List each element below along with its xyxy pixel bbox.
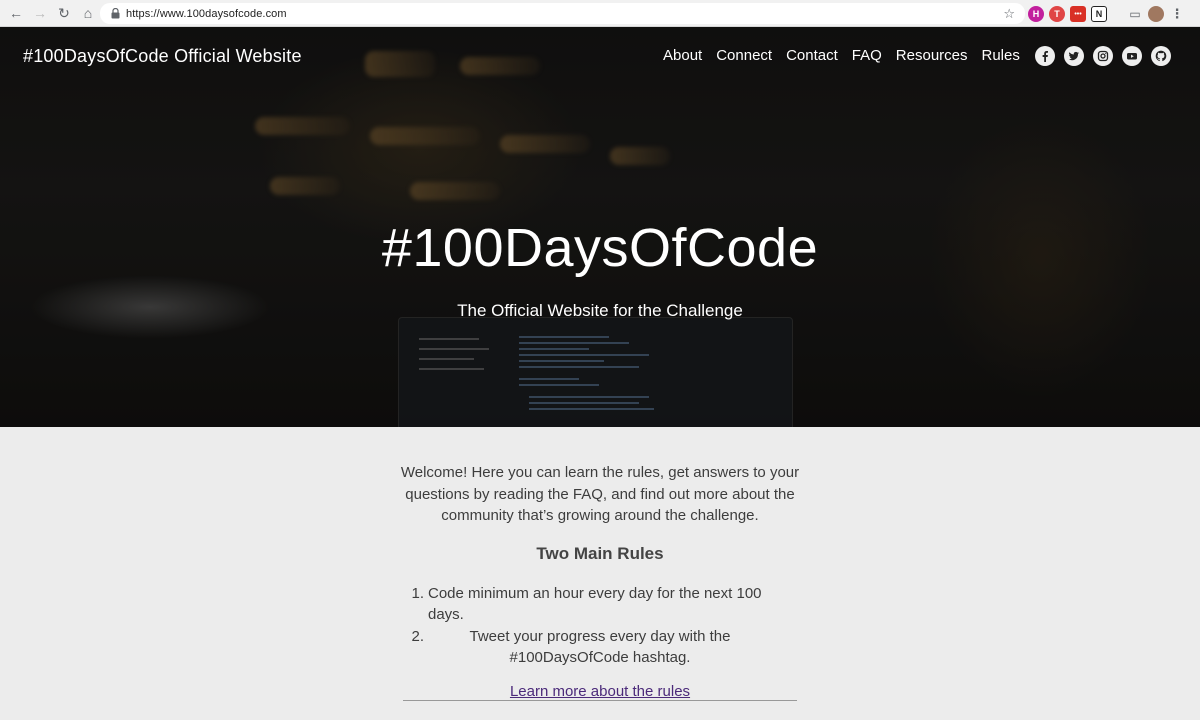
list-item: 2. Tweet your progress every day with th… — [400, 626, 800, 669]
rules-heading: Two Main Rules — [536, 543, 664, 563]
url-text: https://www.100daysofcode.com — [126, 7, 287, 20]
rule-number: 2. — [411, 627, 424, 645]
social-links — [1035, 46, 1171, 66]
browser-toolbar: ← → ↻ ⌂ https://www.100daysofcode.com ☆ … — [0, 0, 1200, 27]
welcome-text: Welcome! Here you can learn the rules, g… — [400, 464, 800, 524]
back-arrow-icon[interactable]: ← — [4, 1, 28, 25]
nav-faq[interactable]: FAQ — [852, 47, 882, 64]
hero-subtitle: The Official Website for the Challenge — [457, 301, 743, 320]
red-extension-icon[interactable]: ••• — [1070, 6, 1086, 22]
rules-list: 1. Code minimum an hour every day for th… — [400, 583, 800, 669]
hero-banner: #100DaysOfCode Official Website About Co… — [0, 27, 1200, 427]
hex-extension-icon[interactable]: H — [1028, 6, 1044, 22]
notion-extension-icon[interactable]: N — [1091, 6, 1107, 22]
rule-text: Tweet your progress every day with the #… — [469, 627, 731, 667]
reload-icon[interactable]: ↻ — [52, 1, 76, 25]
nav-rules[interactable]: Rules — [982, 47, 1020, 64]
github-icon[interactable] — [1151, 46, 1171, 66]
nav-connect[interactable]: Connect — [716, 47, 772, 64]
cast-icon[interactable]: ▭ — [1127, 6, 1143, 22]
site-title[interactable]: #100DaysOfCode Official Website — [23, 46, 302, 67]
instagram-icon[interactable] — [1093, 46, 1113, 66]
nav-about[interactable]: About — [663, 47, 702, 64]
rule-number: 1. — [411, 584, 424, 602]
youtube-icon[interactable] — [1122, 46, 1142, 66]
twitter-icon[interactable] — [1064, 46, 1084, 66]
nav-contact[interactable]: Contact — [786, 47, 838, 64]
extensions-bar: H T ••• N ▭ ⋮ — [1028, 5, 1185, 23]
main-nav: About Connect Contact FAQ Resources Rule… — [663, 47, 1020, 64]
forward-arrow-icon[interactable]: → — [28, 1, 52, 25]
learn-more-rules-link[interactable]: Learn more about the rules — [510, 683, 690, 700]
main-content: Welcome! Here you can learn the rules, g… — [400, 462, 800, 701]
list-item: 1. Code minimum an hour every day for th… — [400, 583, 800, 626]
home-icon[interactable]: ⌂ — [76, 1, 100, 25]
rule-text: Code minimum an hour every day for the n… — [428, 584, 762, 624]
facebook-icon[interactable] — [1035, 46, 1055, 66]
profile-avatar-icon[interactable] — [1148, 6, 1164, 22]
divider — [403, 700, 797, 701]
lock-icon — [110, 8, 120, 20]
nav-resources[interactable]: Resources — [896, 47, 968, 64]
bookmark-star-icon[interactable]: ☆ — [1003, 6, 1015, 22]
t-extension-icon[interactable]: T — [1049, 6, 1065, 22]
hero-title: #100DaysOfCode — [381, 218, 819, 278]
menu-dots-icon[interactable]: ⋮ — [1169, 6, 1185, 22]
address-bar[interactable]: https://www.100daysofcode.com ☆ — [100, 3, 1025, 24]
